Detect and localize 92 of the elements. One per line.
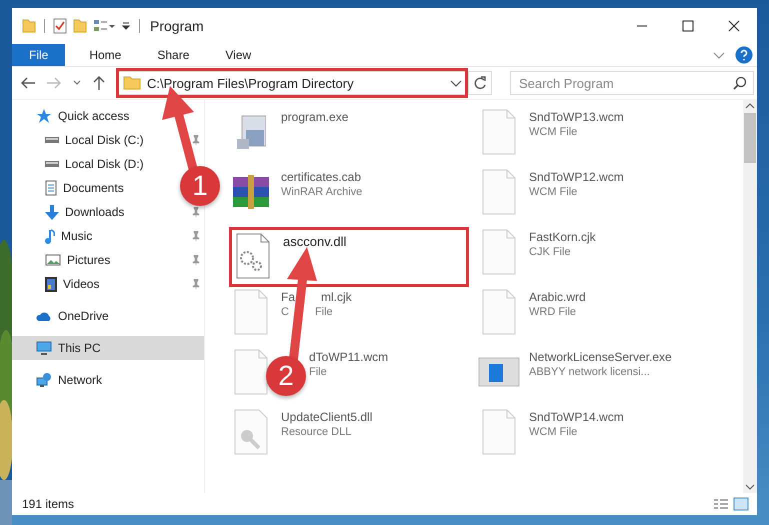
sidebar-item[interactable]: Pictures bbox=[67, 253, 110, 267]
maximize-icon[interactable] bbox=[682, 20, 694, 32]
blank-file-icon bbox=[482, 109, 516, 155]
blank-file-icon bbox=[482, 289, 516, 335]
sidebar-item[interactable]: Music bbox=[61, 229, 92, 243]
blank-file-icon bbox=[234, 349, 268, 395]
file-name: dToWP11.wcm bbox=[309, 350, 388, 364]
file-type: WCM File bbox=[529, 126, 578, 138]
sidebar-item[interactable]: Network bbox=[58, 373, 102, 387]
address-path: C:\Program Files\Program Directory bbox=[147, 76, 355, 90]
address-bar[interactable]: C:\Program Files\Program Directory bbox=[118, 71, 492, 95]
file-name: Arabic.wrd bbox=[529, 290, 586, 304]
scroll-up-icon[interactable] bbox=[745, 103, 755, 109]
sidebar-item[interactable]: Quick access bbox=[58, 109, 130, 123]
file-type: CJK File bbox=[529, 246, 572, 258]
window-title: Program bbox=[150, 18, 205, 34]
folder-icon bbox=[123, 76, 141, 90]
close-icon[interactable] bbox=[728, 20, 740, 32]
monitor-icon bbox=[36, 340, 52, 356]
blank-file-icon bbox=[482, 409, 516, 455]
item-count: 191 items bbox=[22, 497, 74, 511]
back-arrow-icon[interactable] bbox=[20, 77, 36, 89]
details-view-icon[interactable] bbox=[713, 498, 729, 510]
blank-file-icon bbox=[482, 229, 516, 275]
file-name: SndToWP13.wcm bbox=[529, 110, 624, 124]
network-icon bbox=[36, 373, 52, 387]
file-type: C bbox=[281, 306, 289, 318]
pin-icon[interactable] bbox=[192, 279, 200, 289]
sidebar-item[interactable]: Local Disk (D:) bbox=[65, 157, 144, 171]
blank-file-icon bbox=[482, 169, 516, 215]
file-type: File bbox=[314, 306, 333, 318]
sidebar-item[interactable]: Videos bbox=[63, 277, 100, 291]
help-icon[interactable] bbox=[735, 46, 753, 64]
gear-file-icon bbox=[236, 233, 270, 279]
file-type: Resource DLL bbox=[281, 426, 352, 438]
star-icon bbox=[36, 108, 52, 124]
download-icon bbox=[45, 204, 59, 220]
sidebar-item[interactable]: This PC bbox=[12, 336, 204, 360]
archive-icon bbox=[233, 175, 269, 209]
file-type: WCM File bbox=[529, 426, 578, 438]
cloud-icon bbox=[36, 311, 52, 321]
pin-icon[interactable] bbox=[192, 231, 200, 241]
minimize-icon[interactable] bbox=[636, 25, 648, 27]
scroll-down-icon[interactable] bbox=[745, 484, 755, 490]
large-icons-view-icon[interactable] bbox=[733, 497, 749, 511]
properties-icon[interactable] bbox=[93, 19, 115, 33]
file-name: Fa bbox=[281, 290, 296, 304]
ribbon-tab[interactable]: File bbox=[12, 44, 66, 66]
file-name: UpdateClient5.dll bbox=[281, 410, 372, 424]
sidebar-item[interactable]: Local Disk (C:) bbox=[65, 133, 144, 147]
pin-icon[interactable] bbox=[192, 207, 200, 217]
drive-icon bbox=[45, 161, 59, 167]
app-window-icon bbox=[478, 357, 520, 387]
file-name: ascconv.dll bbox=[283, 234, 346, 249]
up-arrow-icon[interactable] bbox=[92, 75, 106, 91]
blank-file-icon bbox=[234, 289, 268, 335]
chevron-icon[interactable] bbox=[713, 52, 725, 58]
dropdown-icon[interactable] bbox=[121, 21, 131, 31]
file-name: SndToWP14.wcm bbox=[529, 410, 624, 424]
film-icon bbox=[45, 276, 57, 292]
file-type: WRD File bbox=[529, 306, 578, 318]
search-field[interactable]: Search Program bbox=[510, 71, 754, 95]
file-name: NetworkLicenseServer.exe bbox=[529, 350, 672, 364]
sidebar-item[interactable]: OneDrive bbox=[58, 309, 109, 323]
file-type: ABBYY network licensi... bbox=[529, 366, 651, 378]
search-icon[interactable] bbox=[733, 76, 747, 90]
pin-icon[interactable] bbox=[192, 135, 200, 145]
checklist-icon[interactable] bbox=[53, 18, 67, 34]
pin-icon[interactable] bbox=[192, 255, 200, 265]
pictures-icon bbox=[45, 254, 61, 266]
refresh-icon[interactable] bbox=[473, 76, 487, 90]
file-type: File bbox=[309, 366, 328, 378]
ribbon-tab[interactable]: View bbox=[207, 44, 270, 66]
file-name: certificates.cab bbox=[281, 170, 362, 184]
sidebar-item[interactable]: Documents bbox=[63, 181, 124, 195]
dropdown-icon[interactable] bbox=[450, 80, 462, 86]
document-icon bbox=[45, 180, 57, 196]
drive-icon bbox=[45, 137, 59, 143]
ribbon-tab[interactable]: Share bbox=[139, 44, 208, 66]
file-name: program.exe bbox=[281, 110, 348, 124]
file-name: FastKorn.cjk bbox=[529, 230, 596, 244]
recent-dropdown-icon[interactable] bbox=[72, 80, 82, 86]
file-name: SndToWP12.wcm bbox=[529, 170, 624, 184]
music-note-icon bbox=[45, 228, 55, 244]
scrollbar-thumb[interactable] bbox=[744, 113, 756, 163]
installer-icon bbox=[236, 115, 266, 149]
ribbon-tab[interactable]: Home bbox=[71, 44, 140, 66]
wrench-file-icon bbox=[234, 409, 268, 455]
file-type: WCM File bbox=[529, 186, 578, 198]
file-type: WinRAR Archive bbox=[281, 186, 362, 198]
file-name: ml.cjk bbox=[321, 290, 352, 304]
sidebar-item[interactable]: Downloads bbox=[65, 205, 124, 219]
